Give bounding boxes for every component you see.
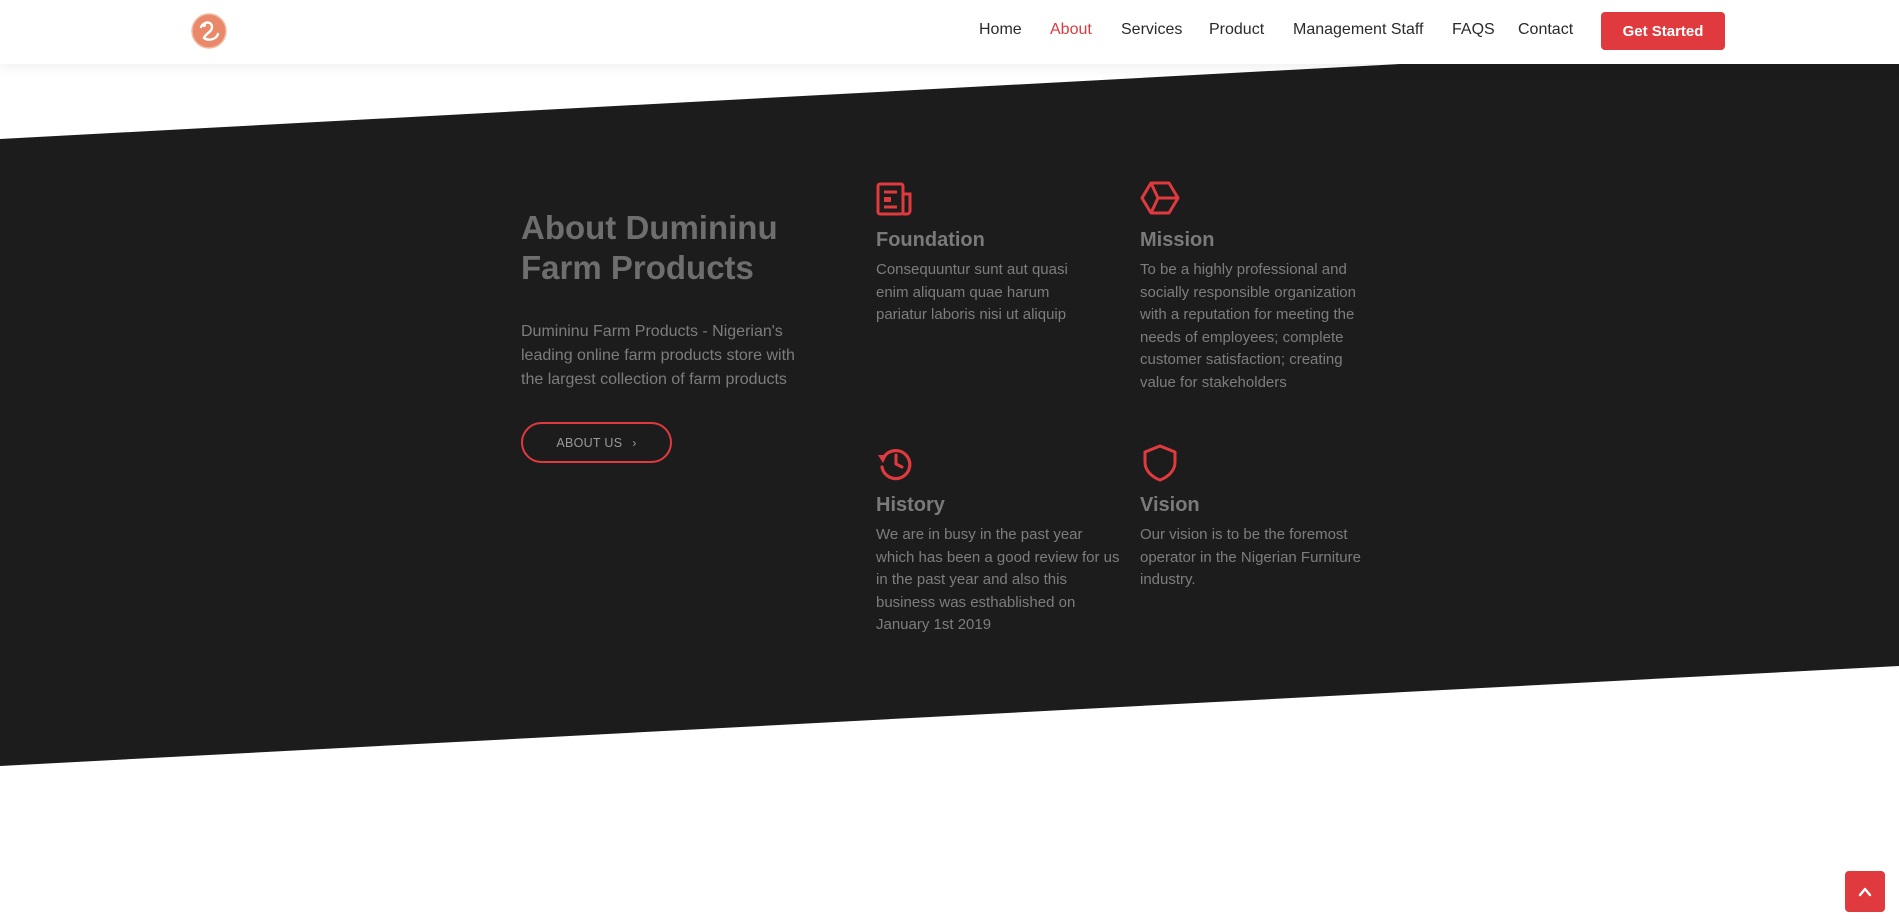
nav-contact[interactable]: Contact xyxy=(1518,21,1573,39)
feature-text: Our vision is to be the foremost operato… xyxy=(1140,526,1361,588)
feature-foundation: Foundation Consequuntur sunt aut quasi e… xyxy=(876,178,1116,327)
nav-management-staff[interactable]: Management Staff xyxy=(1293,21,1423,39)
cube-icon xyxy=(1140,181,1180,215)
nav-home[interactable]: Home xyxy=(979,21,1022,39)
feature-text: Consequuntur sunt aut quasi enim aliquam… xyxy=(876,261,1068,323)
feature-text: We are in busy in the past year which ha… xyxy=(876,526,1120,633)
nav-faqs[interactable]: FAQS xyxy=(1452,21,1495,39)
feature-text: To be a highly professional and socially… xyxy=(1140,261,1356,391)
chevron-right-icon: › xyxy=(632,435,637,450)
nav-product[interactable]: Product xyxy=(1209,21,1264,39)
feature-title: Foundation xyxy=(876,229,985,251)
site-header: Home About Services Product Management S… xyxy=(0,0,1899,64)
nav-services[interactable]: Services xyxy=(1121,21,1182,39)
feature-mission: Mission To be a highly professional and … xyxy=(1140,178,1380,394)
about-description: Dumininu Farm Products - Nigerian's lead… xyxy=(521,323,795,388)
about-title: About Dumininu Farm Products xyxy=(521,209,778,286)
get-started-button[interactable]: Get Started xyxy=(1601,12,1725,50)
nav-about[interactable]: About xyxy=(1050,21,1092,39)
feature-title: Vision xyxy=(1140,494,1200,516)
feature-history: History We are in busy in the past year … xyxy=(876,443,1119,637)
about-us-button[interactable]: ABOUT US › xyxy=(521,422,672,463)
chevron-up-icon xyxy=(1858,887,1872,896)
feature-title: History xyxy=(876,494,945,516)
about-us-button-label: ABOUT US xyxy=(556,435,623,450)
back-to-top-button[interactable] xyxy=(1845,871,1885,912)
feature-title: Mission xyxy=(1140,229,1215,251)
feature-vision: Vision Our vision is to be the foremost … xyxy=(1140,443,1380,592)
history-icon xyxy=(878,449,912,481)
newspaper-icon xyxy=(876,182,912,216)
shield-icon xyxy=(1143,444,1177,482)
